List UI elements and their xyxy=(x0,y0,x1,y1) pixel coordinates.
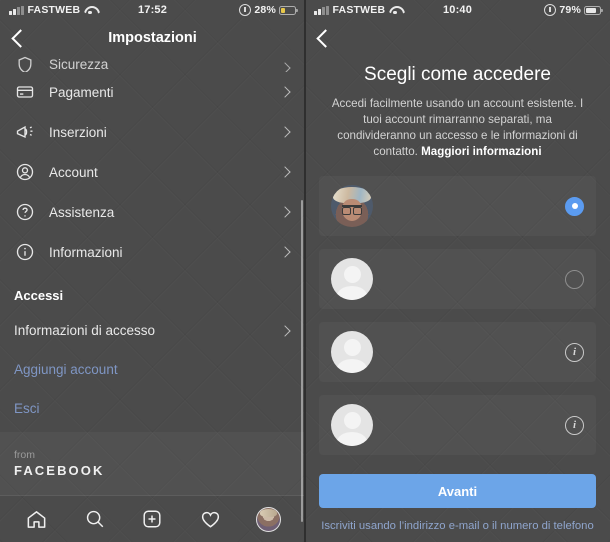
status-bar-left: FASTWEB 17:52 28% xyxy=(0,0,305,20)
account-avatar xyxy=(331,404,373,446)
section-header-accessi: Accessi xyxy=(14,288,64,303)
chevron-right-icon xyxy=(279,166,291,178)
settings-list: Sicurezza Pagamenti Inserzioni Account A… xyxy=(0,56,305,428)
logout-button[interactable]: Esci xyxy=(0,389,305,428)
clock-label: 17:52 xyxy=(137,4,168,16)
account-row[interactable] xyxy=(319,176,596,236)
status-right-group: 79% xyxy=(472,4,604,16)
question-circle-icon xyxy=(14,201,36,223)
nav-bar-left: Impostazioni xyxy=(0,20,305,56)
cta-container: Avanti Iscriviti usando l’indirizzo e-ma… xyxy=(305,474,610,542)
carrier-label: FASTWEB xyxy=(27,4,81,16)
vertical-scrollbar[interactable] xyxy=(300,200,303,522)
account-avatar xyxy=(331,185,373,227)
chevron-left-icon[interactable] xyxy=(316,28,335,48)
add-account-label: Aggiungi account xyxy=(14,362,118,377)
settings-item-label: Inserzioni xyxy=(49,124,107,140)
screen-description: Accedi facilmente usando un account esis… xyxy=(305,96,610,160)
person-circle-icon xyxy=(14,161,36,183)
settings-item-label: Pagamenti xyxy=(49,84,114,100)
more-info-link[interactable]: Maggiori informazioni xyxy=(421,145,541,158)
facebook-brand-label: FACEBOOK xyxy=(14,463,105,478)
chevron-right-icon xyxy=(279,246,291,258)
chevron-right-icon xyxy=(279,86,291,98)
account-row[interactable] xyxy=(319,249,596,309)
clock-label: 10:40 xyxy=(442,4,473,16)
signup-link[interactable]: Iscriviti usando l’indirizzo e-mail o il… xyxy=(319,520,596,532)
chevron-right-icon xyxy=(279,206,291,218)
status-left-group: FASTWEB xyxy=(9,4,138,16)
add-post-icon[interactable] xyxy=(137,504,167,534)
settings-item-assistenza[interactable]: Assistenza xyxy=(0,192,305,232)
info-icon[interactable]: i xyxy=(565,342,584,362)
bottom-tab-bar xyxy=(0,495,305,542)
carrier-label: FASTWEB xyxy=(332,4,386,16)
wifi-icon xyxy=(84,6,96,15)
account-radio-selected[interactable] xyxy=(565,196,584,216)
settings-item-label: Assistenza xyxy=(49,204,115,220)
account-avatar xyxy=(331,331,373,373)
search-icon[interactable] xyxy=(80,504,110,534)
wifi-icon xyxy=(389,6,401,15)
account-radio-empty[interactable] xyxy=(565,269,584,289)
battery-percent-label: 28% xyxy=(254,4,277,16)
battery-percent-label: 79% xyxy=(559,4,582,16)
screen-title: Scegli come accedere xyxy=(364,64,551,85)
nav-bar-right xyxy=(305,20,610,56)
settings-item-informazioni[interactable]: Informazioni xyxy=(0,232,305,272)
dual-screenshot: FASTWEB 17:52 28% Impostazioni Sicurezza… xyxy=(0,0,610,542)
settings-item-label: Informazioni di accesso xyxy=(14,323,156,338)
info-circle-icon xyxy=(14,241,36,263)
heart-icon[interactable] xyxy=(195,504,225,534)
chevron-right-icon xyxy=(279,126,291,138)
page-title: Impostazioni xyxy=(108,30,197,46)
account-row[interactable]: i xyxy=(319,395,596,455)
settings-screen: FASTWEB 17:52 28% Impostazioni Sicurezza… xyxy=(0,0,305,542)
avatar xyxy=(255,506,281,532)
settings-item-label: Informazioni xyxy=(49,244,123,260)
credit-card-icon xyxy=(14,81,36,103)
status-left-group: FASTWEB xyxy=(314,4,443,16)
panel-divider xyxy=(304,0,306,542)
home-icon[interactable] xyxy=(22,504,52,534)
settings-item-account[interactable]: Account xyxy=(0,152,305,192)
megaphone-icon xyxy=(14,121,36,143)
settings-item-label: Account xyxy=(49,164,98,180)
account-row[interactable]: i xyxy=(319,322,596,382)
settings-item-inserzioni[interactable]: Inserzioni xyxy=(0,112,305,152)
signal-bars-icon xyxy=(314,5,329,15)
chevron-right-icon xyxy=(279,324,291,337)
signal-bars-icon xyxy=(9,5,24,15)
status-right-group: 28% xyxy=(167,4,299,16)
account-list: i i xyxy=(305,176,610,455)
low-power-icon xyxy=(239,4,252,16)
settings-item-sicurezza[interactable]: Sicurezza xyxy=(0,56,305,72)
settings-item-pagamenti[interactable]: Pagamenti xyxy=(0,72,305,112)
choose-login-screen: FASTWEB 10:40 79% Scegli come accedere A… xyxy=(305,0,610,542)
status-bar-right: FASTWEB 10:40 79% xyxy=(305,0,610,20)
settings-item-label: Sicurezza xyxy=(49,57,109,72)
battery-icon xyxy=(279,5,299,15)
avatar-glasses xyxy=(342,205,362,215)
account-avatar xyxy=(331,258,373,300)
battery-icon xyxy=(584,5,604,15)
low-power-icon xyxy=(544,4,557,16)
continue-button[interactable]: Avanti xyxy=(319,474,596,508)
chevron-left-icon[interactable] xyxy=(11,28,30,48)
facebook-attribution: from FACEBOOK xyxy=(0,432,305,495)
shield-icon xyxy=(14,56,36,72)
chevron-right-icon xyxy=(279,62,291,72)
profile-avatar[interactable] xyxy=(253,504,283,534)
logout-label: Esci xyxy=(14,401,40,416)
info-icon[interactable]: i xyxy=(565,415,584,435)
settings-item-informazioni-di-accesso[interactable]: Informazioni di accesso xyxy=(0,311,305,350)
from-label: from xyxy=(14,449,35,461)
add-account-button[interactable]: Aggiungi account xyxy=(0,350,305,389)
